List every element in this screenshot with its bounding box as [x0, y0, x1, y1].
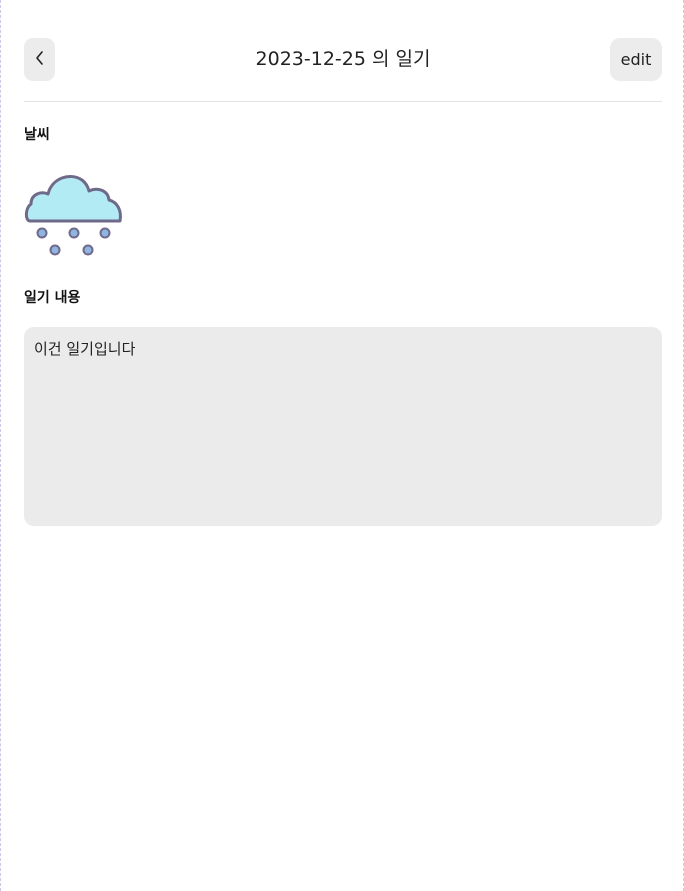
header-divider [24, 101, 662, 102]
weather-label: 날씨 [24, 127, 50, 143]
diary-content-box: 이건 일기입니다 [24, 327, 662, 526]
snow-cloud-icon [24, 170, 124, 260]
diary-content-label: 일기 내용 [24, 290, 81, 306]
diary-content-text: 이건 일기입니다 [34, 340, 136, 358]
back-button[interactable] [24, 38, 55, 81]
chevron-left-icon [34, 50, 46, 70]
page-title: 2023-12-25 의 일기 [255, 48, 431, 70]
header: 2023-12-25 의 일기 edit [24, 38, 662, 81]
edit-button[interactable]: edit [610, 38, 662, 81]
diary-detail-page: 2023-12-25 의 일기 edit 날씨 일기 내용 이건 일기입니다 [0, 0, 684, 891]
